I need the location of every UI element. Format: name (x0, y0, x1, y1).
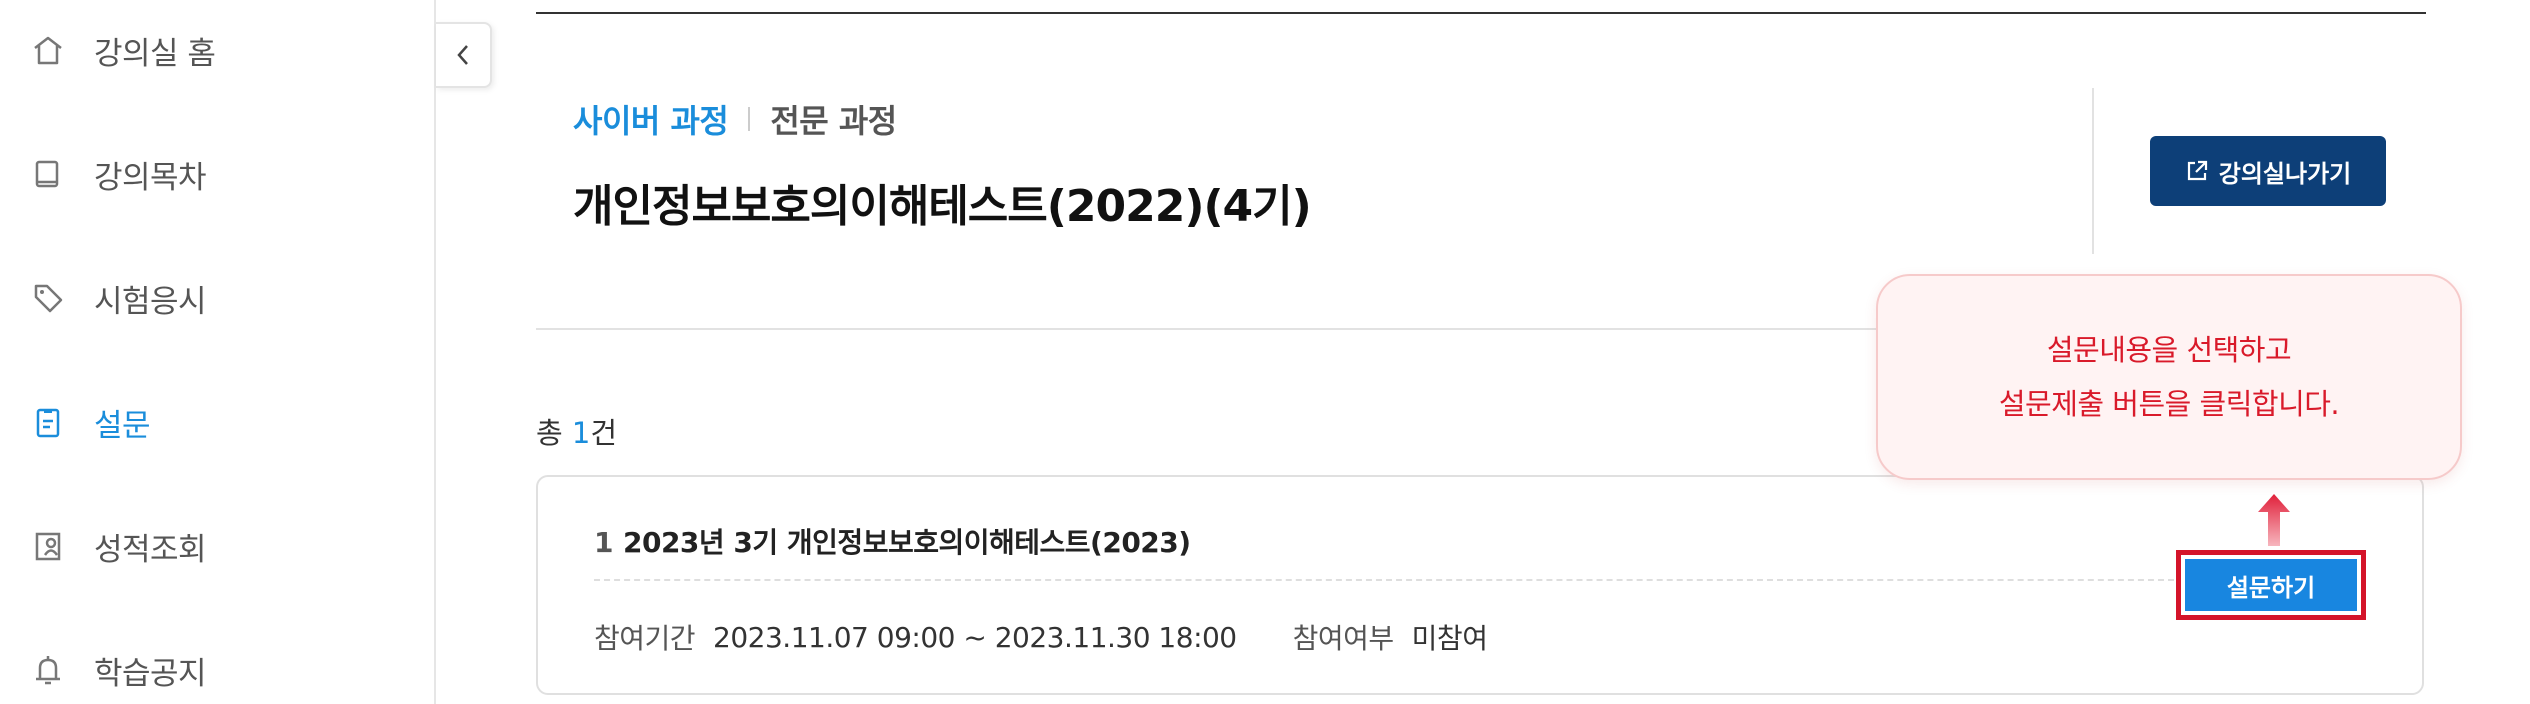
survey-index: 1 (594, 526, 613, 559)
sidebar-item-contents[interactable]: 강의목차 (30, 144, 207, 204)
sidebar-item-label: 학습공지 (94, 655, 207, 692)
sidebar-item-notice[interactable]: 학습공지 (30, 640, 207, 700)
breadcrumb-category: 전문 과정 (770, 102, 897, 140)
card-dashed-divider (594, 579, 2174, 581)
breadcrumb-separator (748, 107, 751, 131)
sidebar-item-home[interactable]: 강의실 홈 (30, 20, 216, 80)
sidebar: 강의실 홈 강의목차 시험응시 설문 성적조회 학습공지 (0, 0, 436, 704)
period-value: 2023.11.07 09:00 ~ 2023.11.30 18:00 (713, 620, 1237, 654)
arrow-up-icon (2254, 492, 2294, 548)
chevron-left-icon (454, 42, 472, 68)
sidebar-item-label: 성적조회 (94, 531, 207, 568)
breadcrumb: 사이버 과정 전문 과정 (573, 96, 897, 142)
tooltip-line-2: 설문제출 버튼을 클릭합니다. (1998, 387, 2340, 421)
sidebar-item-label: 시험응시 (94, 283, 207, 320)
sidebar-collapse-button[interactable] (436, 22, 492, 88)
period-label: 참여기간 (594, 622, 696, 655)
total-count: 총 1건 (536, 410, 617, 452)
survey-meta: 참여기간 2023.11.07 09:00 ~ 2023.11.30 18:00… (594, 617, 1488, 657)
top-divider (536, 12, 2426, 14)
survey-title: 1 2023년 3기 개인정보보호의이해테스트(2023) (594, 521, 1191, 561)
sidebar-item-label: 설문 (94, 407, 151, 444)
tooltip-line-1: 설문내용을 선택하고 (2046, 333, 2292, 367)
total-suffix: 건 (590, 416, 618, 450)
grade-report-icon (30, 528, 66, 564)
external-link-icon (2185, 159, 2209, 183)
total-prefix: 총 (536, 416, 572, 450)
sidebar-item-survey[interactable]: 설문 (30, 392, 151, 452)
tag-icon (30, 280, 66, 316)
total-number: 1 (571, 416, 591, 450)
take-survey-button[interactable]: 설문하기 (2185, 559, 2357, 611)
clipboard-icon (30, 404, 66, 440)
home-icon (30, 32, 66, 68)
survey-button-highlight: 설문하기 (2176, 550, 2366, 620)
status-label: 참여여부 (1292, 622, 1395, 655)
sidebar-item-exam[interactable]: 시험응시 (30, 268, 207, 328)
book-icon (30, 156, 66, 192)
status-value: 미참여 (1411, 622, 1488, 655)
sidebar-item-grades[interactable]: 성적조회 (30, 516, 207, 576)
sidebar-item-label: 강의실 홈 (94, 35, 216, 72)
header-divider (2092, 88, 2094, 254)
bell-icon (30, 652, 66, 688)
exit-classroom-label: 강의실나가기 (2218, 159, 2352, 188)
survey-list-item: 1 2023년 3기 개인정보보호의이해테스트(2023) 참여기간 2023.1… (536, 475, 2424, 695)
page-title: 개인정보보호의이해테스트(2022)(4기) (573, 181, 1312, 232)
guide-tooltip: 설문내용을 선택하고 설문제출 버튼을 클릭합니다. (1876, 274, 2462, 480)
survey-title-text: 2023년 3기 개인정보보호의이해테스트(2023) (622, 526, 1191, 559)
breadcrumb-course-type[interactable]: 사이버 과정 (573, 96, 729, 142)
exit-classroom-button[interactable]: 강의실나가기 (2150, 136, 2386, 206)
sidebar-item-label: 강의목차 (94, 159, 207, 196)
